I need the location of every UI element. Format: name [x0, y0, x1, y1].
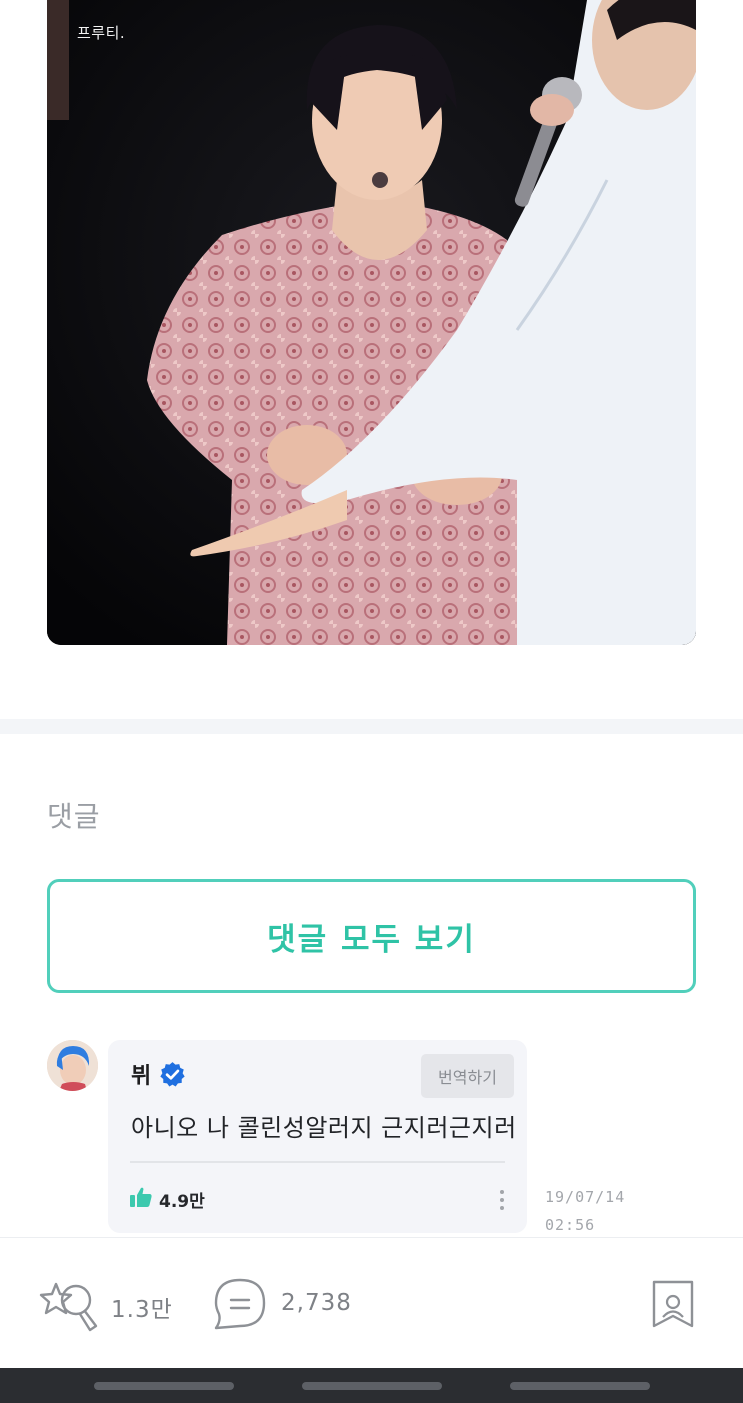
- comment-author[interactable]: 뷔: [131, 1058, 151, 1090]
- star-wand-icon[interactable]: [38, 1274, 102, 1334]
- post-page: 프루티. 댓글 댓글 모두 보기 뷔 번역하기 아니오 나 콜린성알러지 근지러…: [0, 0, 743, 1403]
- image-watermark: 프루티.: [77, 24, 126, 42]
- nav-recent-apps-button[interactable]: [94, 1382, 234, 1390]
- nav-back-button[interactable]: [510, 1382, 650, 1390]
- section-divider: [0, 719, 743, 734]
- post-comment-count: 2,738: [281, 1290, 352, 1316]
- comments-heading: 댓글: [47, 800, 101, 833]
- comment-divider: [130, 1161, 505, 1163]
- nav-home-button[interactable]: [302, 1382, 442, 1390]
- translate-button[interactable]: 번역하기: [421, 1054, 514, 1098]
- bookmark-icon[interactable]: [651, 1280, 695, 1328]
- view-all-comments-button[interactable]: 댓글 모두 보기: [47, 879, 696, 993]
- system-navigation-bar: [0, 1368, 743, 1403]
- avatar[interactable]: [47, 1040, 98, 1091]
- comment-bubble-icon[interactable]: [212, 1276, 268, 1332]
- avatar-image: [47, 1040, 98, 1091]
- comment-timestamp: 19/07/14 02:56: [545, 1183, 625, 1239]
- post-action-bar: 1.3만 2,738: [0, 1237, 743, 1368]
- post-like-count: 1.3만: [111, 1297, 173, 1323]
- comment-bubble: 뷔 번역하기 아니오 나 콜린성알러지 근지러근지러 4.9만: [108, 1040, 527, 1233]
- comment-like-count: 4.9만: [159, 1192, 205, 1212]
- thumbs-up-icon[interactable]: [129, 1185, 153, 1209]
- comment-text: 아니오 나 콜린성알러지 근지러근지러: [131, 1114, 517, 1142]
- verified-badge-icon: [160, 1062, 185, 1087]
- post-image[interactable]: 프루티.: [47, 0, 696, 645]
- comment-date: 19/07/14: [545, 1188, 626, 1206]
- more-options-icon[interactable]: [498, 1188, 506, 1212]
- concert-photo: [47, 0, 696, 645]
- comment-time: 02:56: [545, 1216, 596, 1234]
